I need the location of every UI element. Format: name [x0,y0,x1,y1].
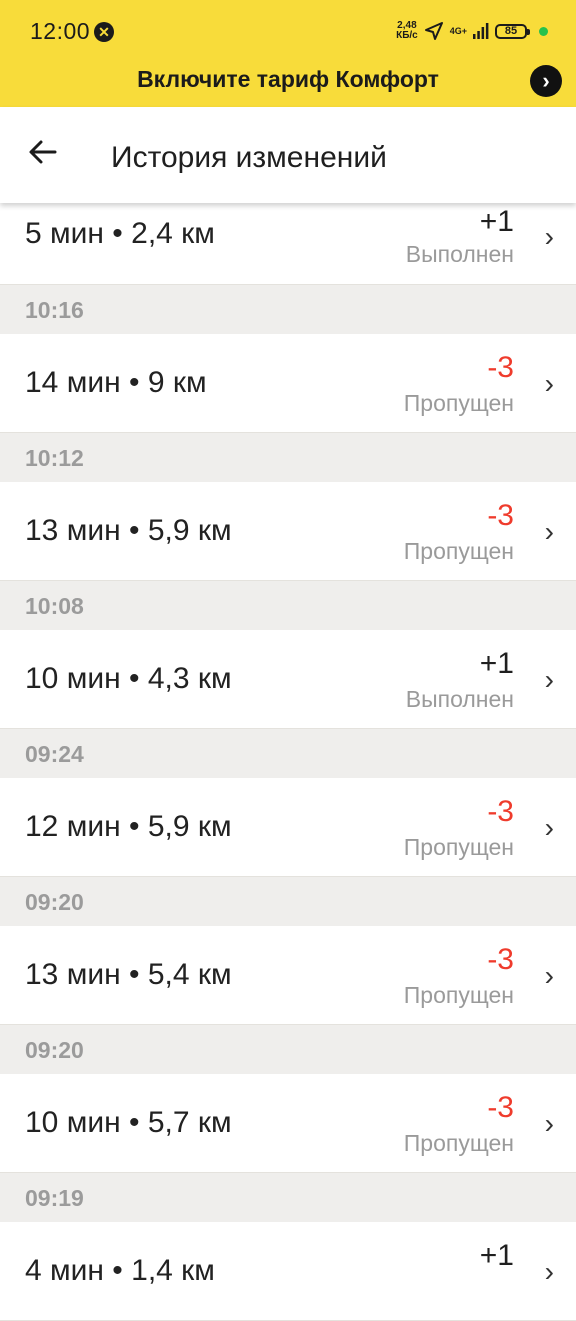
top-yellow-bar: 12:00 ✕ 2,48 КБ/с 4G+ 85 Включите тариф … [0,0,576,107]
chevron-right-icon: › [544,368,554,399]
network-type: 4G+ [449,25,467,36]
list-item[interactable]: 10 мин • 5,7 км -3 Пропущен › [0,1074,576,1173]
order-status: Выполнен [405,241,514,267]
order-summary: 10 мин • 5,7 км [25,1106,232,1139]
privacy-dot-icon [539,26,548,36]
chevron-right-icon: › [544,1256,554,1287]
chevron-right-icon: › [544,960,554,991]
order-summary: 4 мин • 1,4 км [25,1254,215,1287]
list-item[interactable]: 13 мин • 5,9 км -3 Пропущен › [0,482,576,581]
score-change: -3 [487,1091,514,1124]
order-status: Выполнен [405,686,514,712]
list-item[interactable]: 10 мин • 4,3 км +1 Выполнен › [0,630,576,729]
chevron-right-icon: › [544,812,554,843]
status-time: 12:00 [30,18,91,44]
list-item[interactable]: 12 мин • 5,9 км -3 Пропущен › [0,778,576,877]
status-bar: 12:00 ✕ 2,48 КБ/с 4G+ 85 [0,0,576,62]
order-summary: 10 мин • 4,3 км [25,662,232,695]
order-summary: 13 мин • 5,9 км [25,514,232,547]
list-item[interactable]: 14 мин • 9 км -3 Пропущен › [0,334,576,433]
network-speed: 2,48 КБ/с [396,21,418,41]
order-status: Пропущен [403,1130,514,1156]
order-summary: 14 мин • 9 км [25,366,207,399]
back-arrow-icon[interactable] [28,137,60,169]
separator-time: 09:19 [25,1185,84,1211]
separator-time: 09:20 [25,1037,84,1063]
time-separator: 10:16 [0,285,576,334]
score-change: -3 [487,943,514,976]
time-separator: 09:20 [0,877,576,926]
separator-time: 10:16 [25,297,84,323]
chevron-right-icon: › [544,1108,554,1139]
chevron-right-icon: › [544,664,554,695]
time-separator: 10:08 [0,581,576,630]
order-status: Пропущен [403,390,514,416]
list-item[interactable]: 4 мин • 1,4 км +1 › [0,1222,576,1321]
score-change: -3 [487,351,514,384]
separator-time: 10:08 [25,593,84,619]
separator-time: 09:20 [25,889,84,915]
score-change: -3 [487,795,514,828]
chevron-right-icon: › [544,221,554,252]
chevron-right-circle-icon[interactable]: › [530,65,562,97]
order-summary: 5 мин • 2,4 км [25,217,215,250]
time-separator: 10:12 [0,433,576,482]
page-header: История изменений [0,107,576,203]
promo-text: Включите тариф Комфорт [137,66,439,92]
time-separator: 09:24 [0,729,576,778]
separator-time: 10:12 [25,445,84,471]
network-speed-unit: КБ/с [396,30,418,41]
score-change: +1 [479,1239,514,1272]
time-separator: 09:20 [0,1025,576,1074]
score-change: +1 [479,205,514,238]
page-title: История изменений [111,141,387,174]
list-item[interactable]: 5 мин • 2,4 км +1 Выполнен › [0,203,576,285]
score-change: -3 [487,499,514,532]
location-icon [424,22,443,40]
order-summary: 12 мин • 5,9 км [25,810,232,843]
chevron-right-icon: › [544,516,554,547]
tariff-promo-banner[interactable]: Включите тариф Комфорт › [0,62,576,102]
list-item[interactable]: 13 мин • 5,4 км -3 Пропущен › [0,926,576,1025]
time-separator: 09:19 [0,1173,576,1222]
separator-time: 09:24 [25,741,84,767]
order-summary: 13 мин • 5,4 км [25,958,232,991]
order-status: Пропущен [403,982,514,1008]
order-status: Пропущен [403,538,514,564]
notification-icon: ✕ [94,22,114,42]
history-list: 5 мин • 2,4 км +1 Выполнен › 10:16 14 ми… [0,203,576,1321]
status-indicators: 2,48 КБ/с 4G+ 85 [396,19,548,43]
score-change: +1 [479,647,514,680]
battery-icon: 85 [495,23,530,39]
signal-icon [473,23,489,39]
order-status: Пропущен [403,834,514,860]
